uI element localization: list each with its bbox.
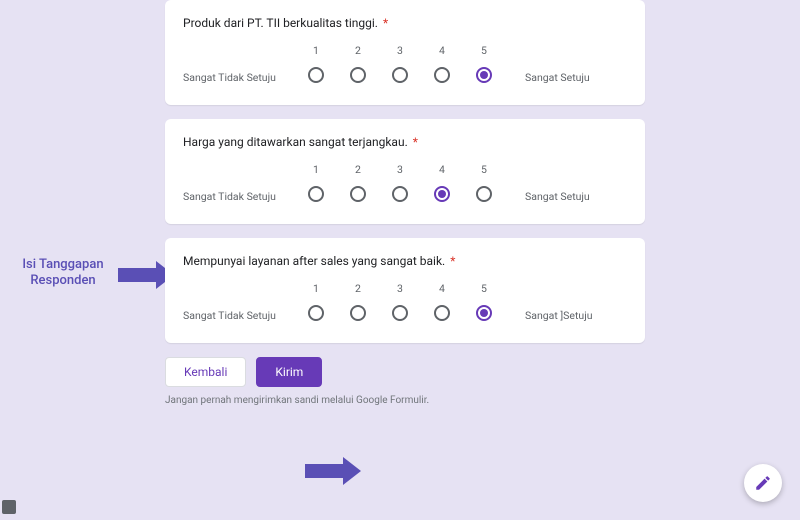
radio-5[interactable] (476, 186, 492, 202)
radio-4[interactable] (434, 305, 450, 321)
disclaimer-text: Jangan pernah mengirimkan sandi melalui … (165, 395, 645, 406)
left-anchor: Sangat Tidak Setuju (183, 190, 285, 203)
radio-4[interactable] (434, 186, 450, 202)
scale-num: 5 (474, 282, 494, 295)
back-button[interactable]: Kembali (165, 357, 246, 387)
question-text: Mempunyai layanan after sales yang sanga… (183, 254, 445, 268)
scale-num: 3 (390, 282, 410, 295)
radio-3[interactable] (392, 186, 408, 202)
submit-button[interactable]: Kirim (256, 357, 322, 387)
radio-2[interactable] (350, 67, 366, 83)
left-anchor: Sangat Tidak Setuju (183, 71, 285, 84)
question-text: Harga yang ditawarkan sangat terjangkau. (183, 135, 408, 149)
question-title: Harga yang ditawarkan sangat terjangkau.… (183, 135, 627, 149)
right-anchor: Sangat Setuju (515, 190, 627, 203)
scale-num: 5 (474, 163, 494, 176)
pencil-icon (754, 474, 772, 492)
annotation-label: Isi Tanggapan Responden (8, 257, 118, 290)
scale-num: 2 (348, 44, 368, 57)
scale-radios-row: Sangat Tidak Setuju Sangat Setuju (183, 67, 627, 87)
question-card: Produk dari PT. TII berkualitas tinggi. … (165, 0, 645, 105)
question-card: Mempunyai layanan after sales yang sanga… (165, 238, 645, 343)
scale-num: 3 (390, 44, 410, 57)
question-text: Produk dari PT. TII berkualitas tinggi. (183, 16, 378, 30)
report-icon[interactable] (2, 500, 16, 514)
scale-num: 2 (348, 163, 368, 176)
annotation-line2: Responden (8, 273, 118, 289)
likert-scale: 1 2 3 4 5 Sangat Tidak Setuju (183, 282, 627, 325)
scale-num: 2 (348, 282, 368, 295)
scale-num: 1 (306, 282, 326, 295)
scale-num: 3 (390, 163, 410, 176)
scale-num: 5 (474, 44, 494, 57)
radio-3[interactable] (392, 305, 408, 321)
required-mark: * (450, 254, 455, 268)
annotation-line1: Isi Tanggapan (8, 257, 118, 273)
edit-fab[interactable] (744, 464, 782, 502)
radio-1[interactable] (308, 186, 324, 202)
radio-3[interactable] (392, 67, 408, 83)
scale-num: 4 (432, 163, 452, 176)
right-anchor: Sangat ]Setuju (515, 309, 627, 322)
scale-num: 1 (306, 163, 326, 176)
radio-5[interactable] (476, 67, 492, 83)
likert-scale: 1 2 3 4 5 Sangat Tidak Setuju (183, 163, 627, 206)
scale-num: 4 (432, 282, 452, 295)
radio-1[interactable] (308, 67, 324, 83)
scale-num: 1 (306, 44, 326, 57)
scale-numbers-row: 1 2 3 4 5 (183, 44, 627, 57)
form-column: Produk dari PT. TII berkualitas tinggi. … (165, 0, 645, 406)
radio-2[interactable] (350, 305, 366, 321)
question-title: Produk dari PT. TII berkualitas tinggi. … (183, 16, 627, 30)
page: Isi Tanggapan Responden Produk dari PT. … (0, 0, 800, 520)
question-card: Harga yang ditawarkan sangat terjangkau.… (165, 119, 645, 224)
radio-1[interactable] (308, 305, 324, 321)
radio-5[interactable] (476, 305, 492, 321)
required-mark: * (383, 16, 388, 30)
left-anchor: Sangat Tidak Setuju (183, 309, 285, 322)
radio-4[interactable] (434, 67, 450, 83)
form-actions: Kembali Kirim (165, 357, 645, 387)
scale-num: 4 (432, 44, 452, 57)
radio-2[interactable] (350, 186, 366, 202)
required-mark: * (413, 135, 418, 149)
right-anchor: Sangat Setuju (515, 71, 627, 84)
question-title: Mempunyai layanan after sales yang sanga… (183, 254, 627, 268)
likert-scale: 1 2 3 4 5 Sangat Tidak Setuju (183, 44, 627, 87)
